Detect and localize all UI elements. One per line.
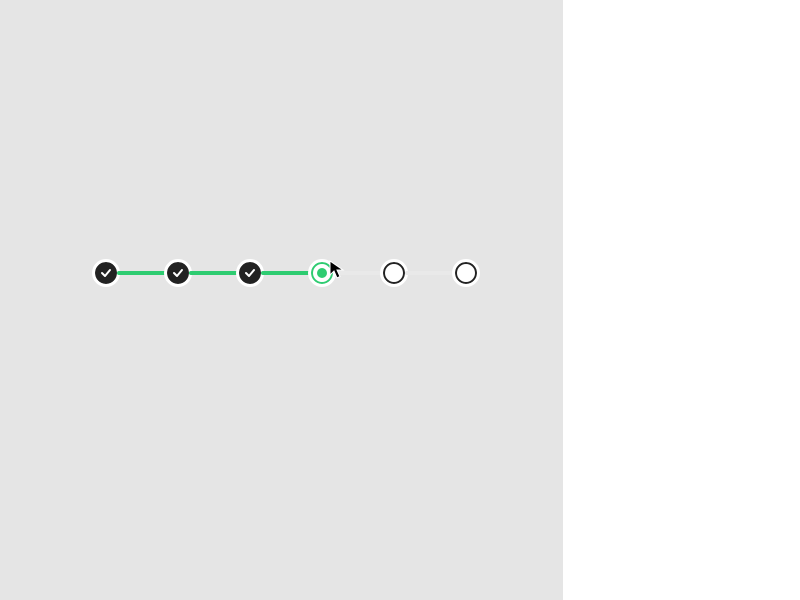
step-5-upcoming[interactable] [383,262,405,284]
step-3-completed[interactable] [239,262,261,284]
connector-2 [189,271,239,275]
progress-stepper [95,262,477,284]
canvas-region [0,0,563,600]
connector-5 [405,271,455,275]
connector-3 [261,271,311,275]
step-1-completed[interactable] [95,262,117,284]
checkmark-icon [100,267,112,279]
checkmark-icon [244,267,256,279]
cursor-icon [329,260,345,280]
step-6-upcoming[interactable] [455,262,477,284]
step-2-completed[interactable] [167,262,189,284]
connector-1 [117,271,167,275]
checkmark-icon [172,267,184,279]
